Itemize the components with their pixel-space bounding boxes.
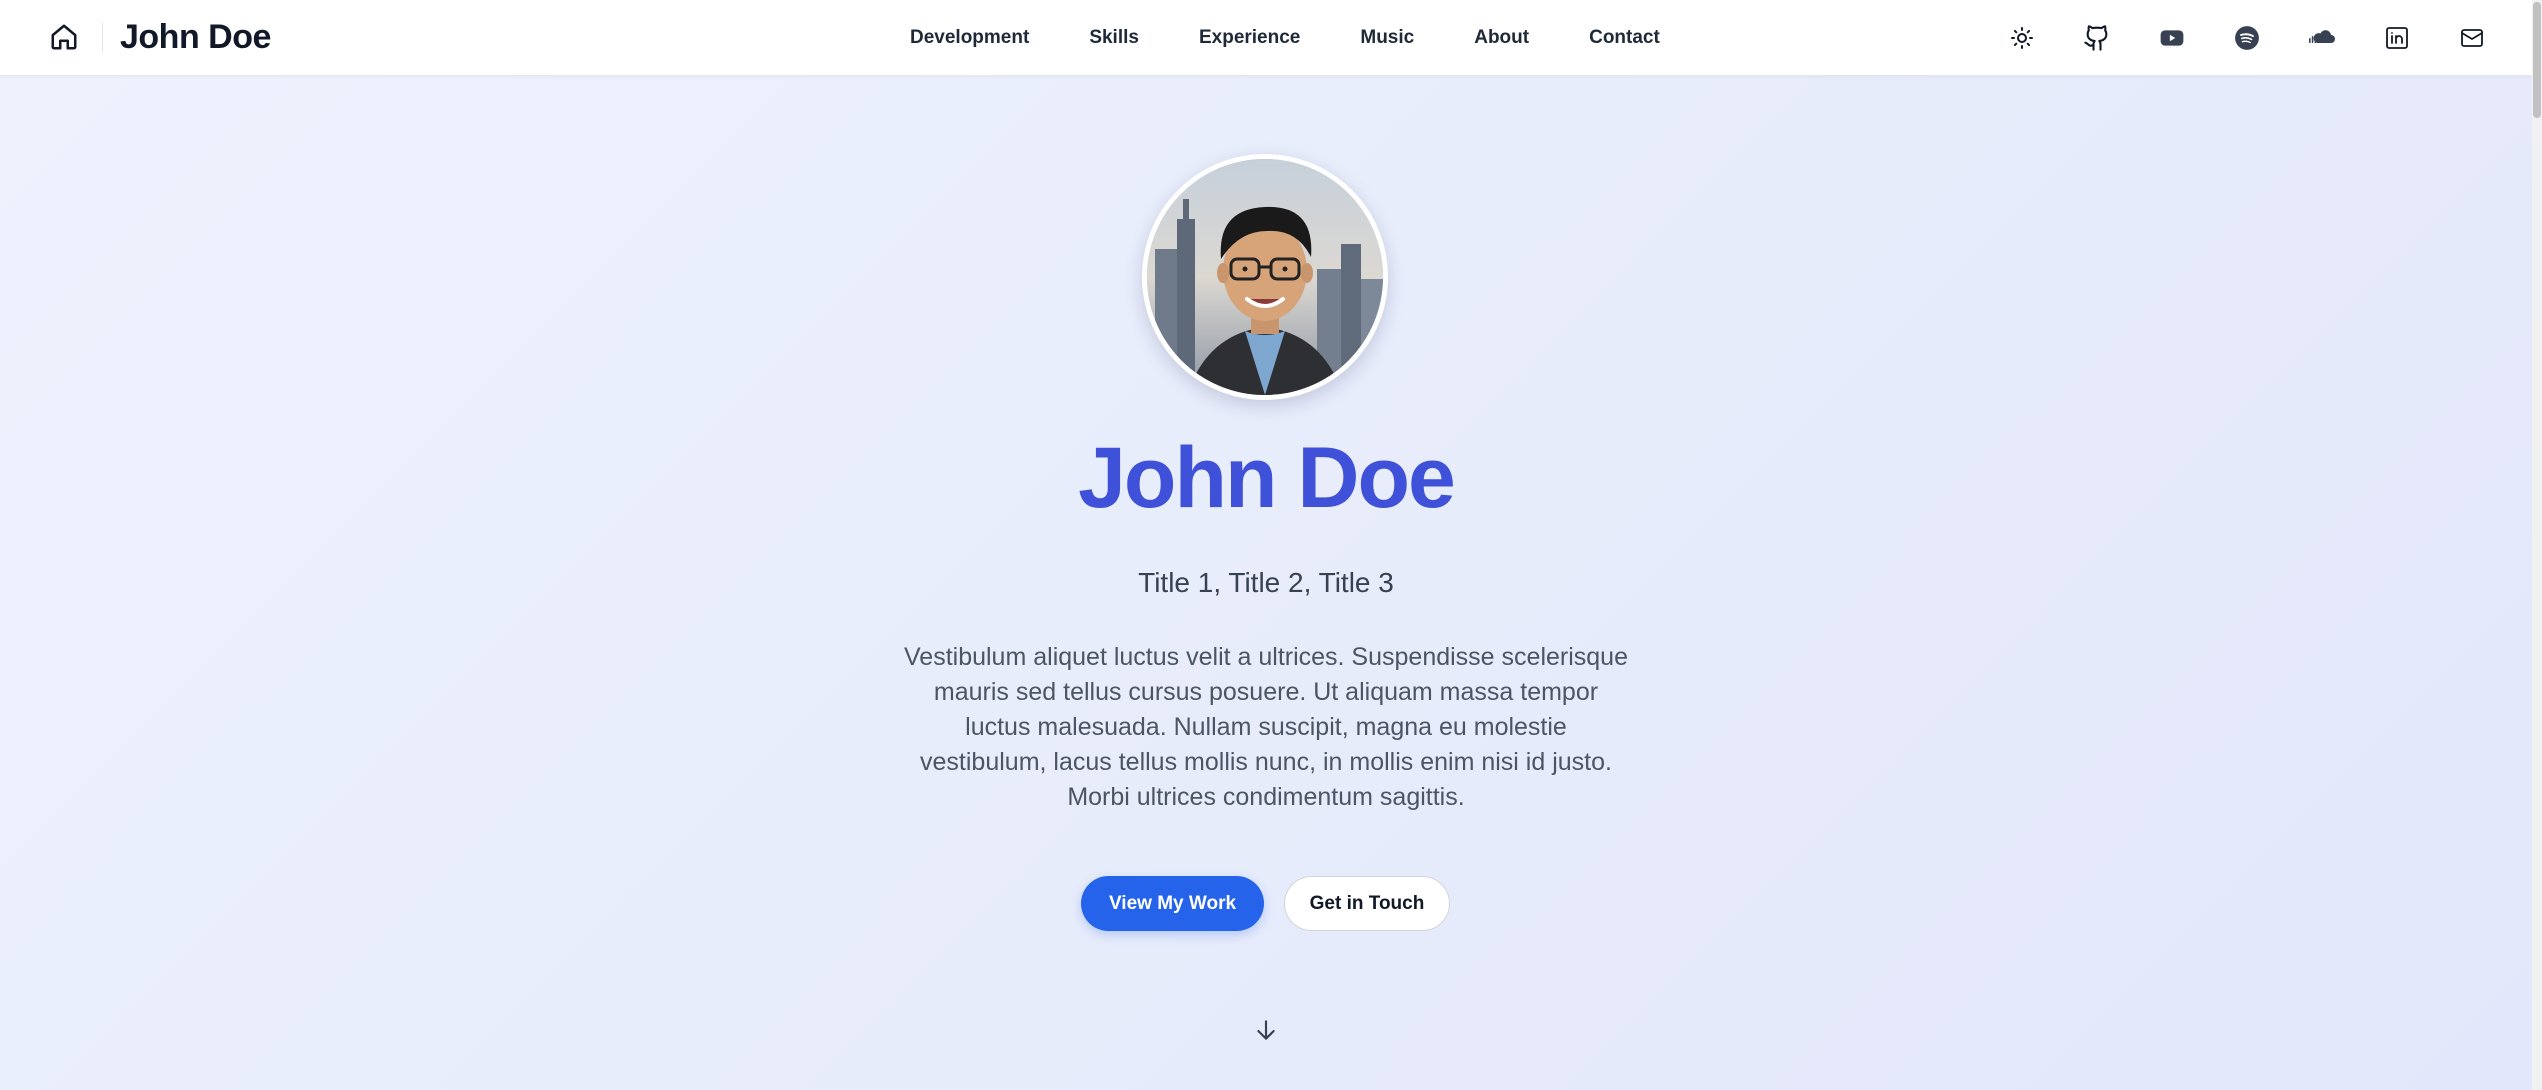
nav-skills[interactable]: Skills — [1059, 0, 1169, 75]
get-in-touch-button[interactable]: Get in Touch — [1284, 876, 1450, 931]
social-icons — [1965, 0, 2490, 75]
github-icon[interactable] — [2079, 20, 2115, 56]
view-my-work-button[interactable]: View My Work — [1081, 876, 1264, 931]
spotify-icon[interactable] — [2229, 20, 2265, 56]
nav-about[interactable]: About — [1444, 0, 1559, 75]
home-icon[interactable] — [48, 21, 80, 53]
site-brand[interactable]: John Doe — [120, 17, 271, 57]
nav-contact[interactable]: Contact — [1559, 0, 1690, 75]
profile-avatar — [1142, 154, 1388, 400]
top-navbar: John Doe Development Skills Experience M… — [0, 0, 2532, 76]
hero-titles: Title 1, Title 2, Title 3 — [1138, 567, 1394, 598]
scrollbar-thumb[interactable] — [2533, 2, 2541, 118]
soundcloud-icon[interactable] — [2304, 20, 2340, 56]
mail-icon[interactable] — [2454, 20, 2490, 56]
arrow-down-icon[interactable] — [1251, 1015, 1281, 1045]
hero-bio: Vestibulum aliquet luctus velit a ultric… — [904, 643, 1628, 811]
main-nav: Development Skills Experience Music Abou… — [880, 0, 1690, 75]
sun-icon[interactable] — [2004, 20, 2040, 56]
hero-name: John Doe — [1078, 430, 1456, 526]
nav-music[interactable]: Music — [1330, 0, 1444, 75]
brand-divider — [102, 22, 103, 52]
linkedin-icon[interactable] — [2379, 20, 2415, 56]
nav-development[interactable]: Development — [880, 0, 1059, 75]
page-scrollbar[interactable] — [2532, 0, 2542, 1090]
youtube-icon[interactable] — [2154, 20, 2190, 56]
nav-experience[interactable]: Experience — [1169, 0, 1330, 75]
